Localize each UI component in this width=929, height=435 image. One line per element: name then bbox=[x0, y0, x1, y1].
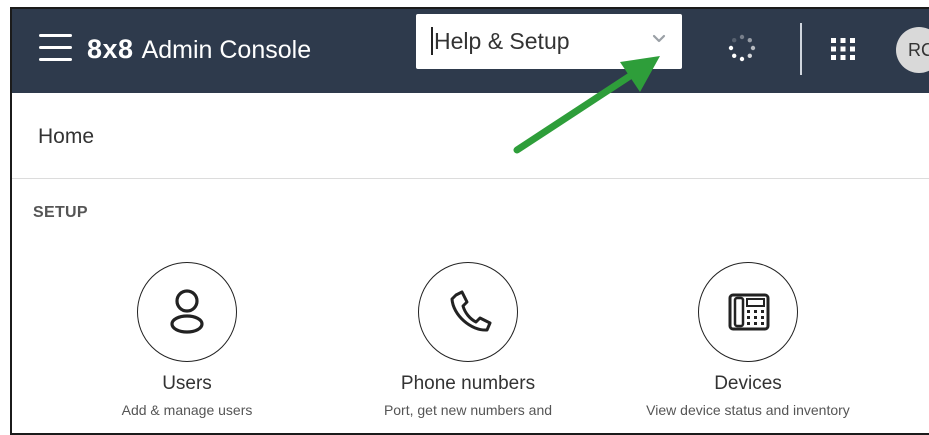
header-divider bbox=[12, 178, 929, 179]
tile-icon-circle bbox=[698, 262, 798, 362]
breadcrumb[interactable]: Home bbox=[38, 125, 94, 149]
tile-description: Add & manage users bbox=[121, 402, 253, 418]
tile-description: Port, get new numbers and bbox=[383, 402, 553, 418]
tile-icon-circle bbox=[418, 262, 518, 362]
app-name: Admin Console bbox=[141, 36, 312, 64]
app-brand[interactable]: 8x8 Admin Console bbox=[87, 34, 311, 65]
desk-phone-icon bbox=[728, 293, 770, 331]
hamburger-menu-icon[interactable] bbox=[39, 34, 72, 61]
user-avatar[interactable]: RC bbox=[896, 27, 929, 73]
tile-description: View device status and inventory bbox=[646, 402, 850, 418]
help-setup-dropdown[interactable]: Help & Setup bbox=[416, 14, 682, 69]
toolbar-divider bbox=[800, 23, 802, 75]
admin-console-window: 8x8 Admin Console Help & Setup RC Home S… bbox=[12, 9, 929, 435]
section-title: SETUP bbox=[33, 204, 88, 221]
tile-phone-numbers[interactable]: Phone numbers Port, get new numbers and bbox=[338, 262, 598, 419]
loading-spinner-icon[interactable] bbox=[728, 34, 756, 62]
tile-title: Phone numbers bbox=[400, 373, 536, 394]
tile-devices[interactable]: Devices View device status and inventory bbox=[618, 262, 878, 419]
app-grid-icon[interactable] bbox=[830, 37, 856, 61]
dropdown-selected-value: Help & Setup bbox=[434, 28, 570, 54]
tile-users[interactable]: Users Add & manage users bbox=[57, 262, 317, 419]
tile-icon-circle bbox=[137, 262, 237, 362]
tile-title: Devices bbox=[714, 373, 782, 394]
chevron-down-icon[interactable] bbox=[652, 32, 666, 46]
user-icon bbox=[170, 289, 204, 334]
phone-icon bbox=[450, 290, 492, 332]
tile-title: Users bbox=[162, 373, 212, 394]
text-cursor bbox=[431, 27, 433, 55]
top-navigation-bar: 8x8 Admin Console Help & Setup RC bbox=[12, 9, 929, 93]
brand-logo: 8x8 bbox=[87, 34, 134, 64]
